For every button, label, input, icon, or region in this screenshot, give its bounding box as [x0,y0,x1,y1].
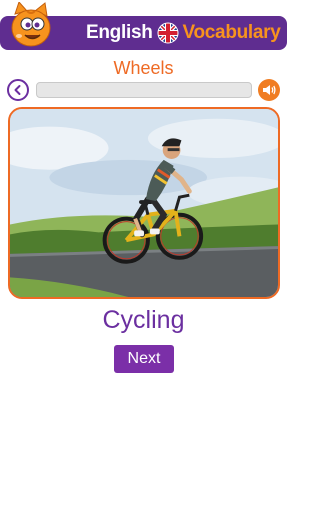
category-title: Wheels [113,58,174,78]
app-screen: English Vocabulary Wheels Cycling Next [0,0,287,512]
cat-mascot-icon [5,1,55,52]
progress-bar [36,82,252,98]
app-title-vocabulary: Vocabulary [182,22,281,43]
app-title-english: English [86,22,153,43]
sound-button[interactable] [258,79,280,101]
app-title: English Vocabulary [86,16,286,50]
chevron-left-icon [14,85,21,95]
next-button[interactable]: Next [114,345,174,373]
back-button[interactable] [7,79,29,101]
uk-flag-icon [157,22,179,44]
vocabulary-word: Cycling [102,306,185,334]
cyclist-photo [8,107,280,299]
speaker-icon [263,85,276,95]
